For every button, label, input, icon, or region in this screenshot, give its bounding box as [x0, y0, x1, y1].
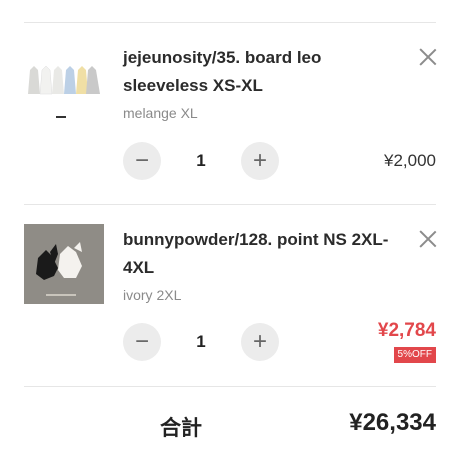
plus-icon: +: [252, 147, 267, 174]
product-image[interactable]: [24, 224, 104, 304]
product-title[interactable]: bunnypowder/128. point NS 2XL-4XL: [123, 226, 405, 282]
product-variant: melange XL: [123, 105, 198, 121]
total-value: ¥26,334: [349, 409, 436, 436]
close-icon[interactable]: [417, 228, 439, 250]
minus-icon: −: [134, 328, 149, 355]
top-divider: [24, 22, 436, 23]
discount-badge: 5%OFF: [393, 347, 436, 363]
product-title[interactable]: jejeunosity/35. board leo sleeveless XS-…: [123, 44, 405, 100]
increase-quantity-button[interactable]: +: [241, 323, 279, 361]
quantity-value: 1: [196, 332, 206, 351]
plus-icon: +: [252, 328, 267, 355]
item-price: ¥2,000: [384, 151, 436, 170]
decrease-quantity-button[interactable]: −: [123, 323, 161, 361]
total-divider: [24, 386, 436, 387]
quantity-value: 1: [196, 151, 206, 170]
decrease-quantity-button[interactable]: −: [123, 142, 161, 180]
increase-quantity-button[interactable]: +: [241, 142, 279, 180]
minus-icon: −: [134, 147, 149, 174]
sale-price: ¥2,784: [377, 320, 436, 341]
product-image[interactable]: [24, 42, 104, 122]
item-divider: [24, 204, 436, 205]
close-icon[interactable]: [417, 46, 439, 68]
total-label: 合計: [160, 417, 202, 440]
product-variant: ivory 2XL: [123, 287, 182, 303]
